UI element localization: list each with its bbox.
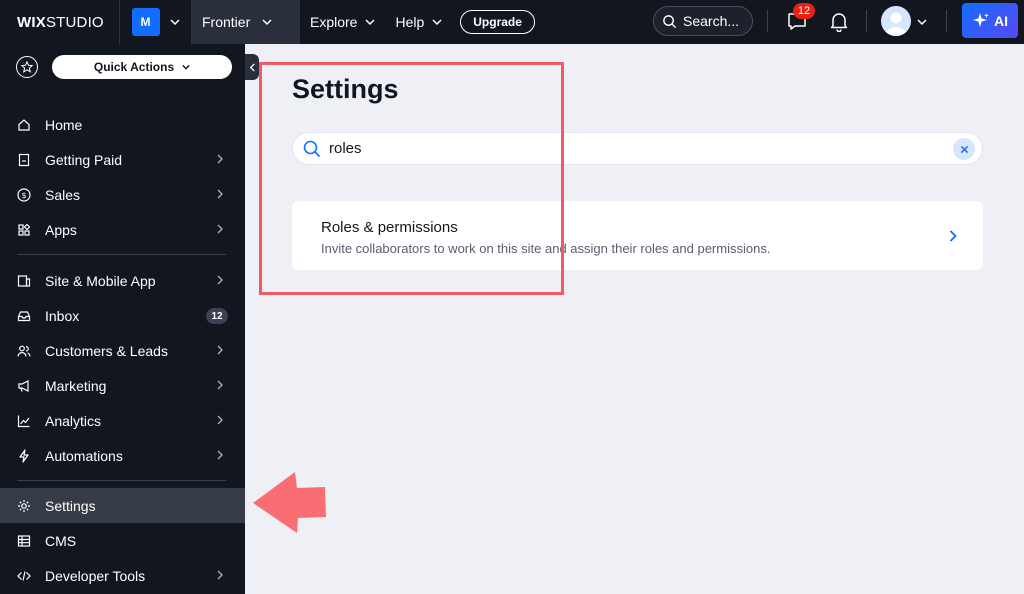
- chart-icon: [17, 414, 31, 428]
- chevron-down-icon: [262, 19, 272, 26]
- upgrade-button[interactable]: Upgrade: [460, 10, 535, 34]
- explore-menu[interactable]: Explore: [300, 0, 385, 44]
- star-glyph: [21, 61, 33, 73]
- sidebar-divider: [17, 254, 226, 255]
- settings-search-box: [292, 132, 983, 165]
- home-icon: [17, 118, 31, 132]
- divider: [767, 10, 768, 32]
- chevron-right-icon: [217, 450, 223, 460]
- divider: [946, 10, 947, 32]
- top-bar: WIX STUDIO M Frontier Explore Help Upgrad…: [0, 0, 1024, 44]
- sparkle-icon: [973, 12, 989, 27]
- invoice-icon: [17, 153, 31, 167]
- site-name-menu[interactable]: Frontier: [192, 0, 300, 44]
- chevron-right-icon: [217, 570, 223, 580]
- chevron-down-icon: [365, 19, 375, 26]
- sidebar-item-home[interactable]: Home: [0, 107, 245, 142]
- star-icon[interactable]: [16, 56, 38, 78]
- notifications-badge: 12: [793, 3, 815, 19]
- sidebar-item-label: Home: [45, 116, 83, 133]
- chevron-down-icon: [432, 19, 442, 26]
- avatar-icon: [885, 12, 907, 36]
- svg-text:$: $: [21, 191, 26, 200]
- sidebar-item-label: Automations: [45, 447, 123, 464]
- inbox-icon: [17, 309, 31, 323]
- search-icon: [303, 140, 321, 157]
- result-description: Invite collaborators to work on this sit…: [321, 241, 771, 256]
- sidebar-item-label: Customers & Leads: [45, 342, 168, 359]
- search-result-roles-permissions[interactable]: Roles & permissions Invite collaborators…: [292, 201, 983, 270]
- close-icon: [960, 145, 968, 153]
- sidebar-item-label: Marketing: [45, 377, 107, 394]
- sidebar-item-settings[interactable]: Settings: [0, 488, 245, 523]
- chevron-right-icon: [949, 230, 957, 242]
- bell-icon[interactable]: [828, 10, 850, 32]
- gear-icon: [17, 499, 31, 513]
- global-search-button[interactable]: Search...: [653, 6, 753, 36]
- quick-actions-button[interactable]: Quick Actions: [52, 55, 232, 79]
- collapse-sidebar-button[interactable]: [245, 54, 259, 80]
- ai-assistant-button[interactable]: AI: [962, 3, 1018, 38]
- sidebar-item-label: Sales: [45, 186, 81, 203]
- sidebar-item-marketing[interactable]: Marketing: [0, 368, 245, 403]
- sidebar-item-inbox[interactable]: Inbox 12: [0, 298, 245, 333]
- help-menu[interactable]: Help: [385, 0, 452, 44]
- chevron-right-icon: [217, 415, 223, 425]
- code-icon: [17, 569, 31, 583]
- chevron-right-icon: [217, 345, 223, 355]
- apps-icon: [17, 223, 31, 237]
- chevron-right-icon: [217, 275, 223, 285]
- chevron-down-icon: [182, 64, 190, 70]
- table-icon: [17, 534, 31, 548]
- search-icon: [663, 14, 677, 28]
- chevron-down-icon[interactable]: [917, 17, 927, 27]
- user-avatar[interactable]: [881, 6, 911, 36]
- layout-icon: [17, 274, 31, 288]
- people-icon: [17, 344, 31, 358]
- site-switcher[interactable]: M: [120, 0, 192, 44]
- sidebar-item-site-mobile-app[interactable]: Site & Mobile App: [0, 263, 245, 298]
- lightning-icon: [17, 448, 31, 463]
- sidebar: Quick Actions Home Getting Paid $ Sales …: [0, 44, 245, 594]
- sidebar-divider: [17, 480, 226, 481]
- sidebar-item-label: Apps: [45, 221, 77, 238]
- sidebar-item-label: Inbox: [45, 307, 80, 324]
- sidebar-item-label: Analytics: [45, 412, 102, 429]
- sidebar-top: Quick Actions: [0, 44, 245, 90]
- sidebar-item-label: Getting Paid: [45, 151, 123, 168]
- sidebar-item-label: Settings: [45, 497, 96, 514]
- settings-search-input[interactable]: [329, 140, 929, 157]
- chevron-right-icon: [217, 189, 223, 199]
- sidebar-item-label: CMS: [45, 532, 77, 549]
- site-avatar: M: [131, 8, 160, 36]
- sidebar-item-sales[interactable]: $ Sales: [0, 177, 245, 212]
- sidebar-item-cms[interactable]: CMS: [0, 523, 245, 558]
- dollar-icon: $: [17, 187, 31, 202]
- sidebar-item-customers-leads[interactable]: Customers & Leads: [0, 333, 245, 368]
- inbox-count-badge: 12: [206, 308, 228, 324]
- sidebar-item-developer-tools[interactable]: Developer Tools: [0, 558, 245, 593]
- wix-studio-logo[interactable]: WIX STUDIO: [0, 0, 120, 44]
- sidebar-item-label: Developer Tools: [45, 567, 146, 584]
- divider: [866, 10, 867, 32]
- sidebar-item-analytics[interactable]: Analytics: [0, 403, 245, 438]
- page-title: Settings: [292, 74, 399, 104]
- sidebar-item-automations[interactable]: Automations: [0, 438, 245, 473]
- sidebar-item-apps[interactable]: Apps: [0, 212, 245, 247]
- chevron-left-icon: [249, 62, 255, 72]
- chevron-right-icon: [217, 224, 223, 234]
- clear-search-button[interactable]: [953, 138, 975, 160]
- result-title: Roles & permissions: [321, 219, 458, 236]
- arrow-annotation-icon: [253, 472, 326, 533]
- megaphone-icon: [17, 379, 31, 393]
- sidebar-item-label: Site & Mobile App: [45, 272, 156, 289]
- chevron-right-icon: [217, 380, 223, 390]
- sidebar-item-getting-paid[interactable]: Getting Paid: [0, 142, 245, 177]
- chevron-right-icon: [217, 154, 223, 164]
- chevron-down-icon: [169, 19, 180, 26]
